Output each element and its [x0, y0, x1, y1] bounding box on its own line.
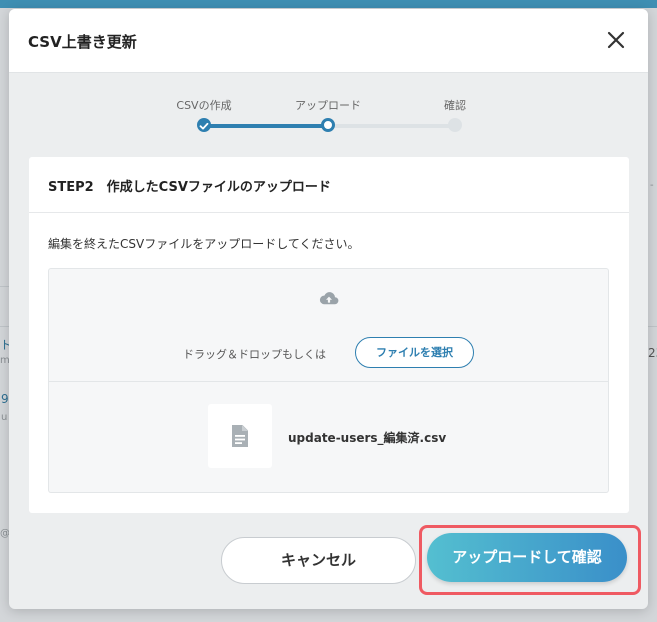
- card-title: STEP2 作成したCSVファイルのアップロード: [48, 180, 331, 195]
- selected-file-area: update-users_編集済.csv: [48, 382, 609, 493]
- background-text: 9: [1, 392, 9, 406]
- check-icon: [199, 122, 209, 130]
- background-divider: [648, 326, 657, 327]
- cloud-upload-icon: [319, 292, 339, 305]
- modal-title: CSV上書き更新: [28, 33, 137, 51]
- csv-update-modal: CSV上書き更新 CSVの作成 アップロード 確認 STEP2 作成したCSVフ…: [9, 9, 648, 609]
- close-button[interactable]: [604, 28, 628, 52]
- card-description: 編集を終えたCSVファイルをアップロードしてください。: [48, 237, 360, 251]
- background-topbar: [0, 0, 657, 8]
- dropzone-text: ドラッグ＆ドロップもしくは: [183, 348, 326, 361]
- document-icon: [232, 425, 248, 447]
- file-name: update-users_編集済.csv: [288, 431, 447, 445]
- select-file-button[interactable]: ファイルを選択: [355, 337, 474, 368]
- card-header: STEP2 作成したCSVファイルのアップロード: [29, 157, 629, 213]
- stepper-progress-track: [204, 124, 328, 128]
- background-divider: [0, 326, 9, 327]
- step-current-dot: [321, 118, 335, 132]
- close-icon: [607, 31, 625, 49]
- modal-header: CSV上書き更新: [9, 9, 648, 73]
- file-dropzone[interactable]: ドラッグ＆ドロップもしくは ファイルを選択: [48, 268, 609, 382]
- background-text: 23: [648, 346, 657, 360]
- upload-and-confirm-button[interactable]: アップロードして確認: [427, 533, 627, 582]
- step-label-upload: アップロード: [295, 99, 361, 112]
- step-pending-dot: [448, 118, 462, 132]
- step-done-dot: [197, 118, 211, 132]
- background-text: -: [650, 180, 654, 191]
- stepper: CSVの作成 アップロード 確認: [9, 73, 648, 143]
- cancel-button[interactable]: キャンセル: [221, 537, 416, 584]
- background-divider: [0, 286, 9, 287]
- step-label-confirm: 確認: [444, 99, 466, 112]
- file-thumbnail: [208, 404, 272, 468]
- upload-card: STEP2 作成したCSVファイルのアップロード 編集を終えたCSVファイルをア…: [29, 157, 629, 513]
- background-text: u: [1, 412, 8, 423]
- step-label-create: CSVの作成: [176, 99, 232, 112]
- stepper-remaining-track: [328, 124, 455, 128]
